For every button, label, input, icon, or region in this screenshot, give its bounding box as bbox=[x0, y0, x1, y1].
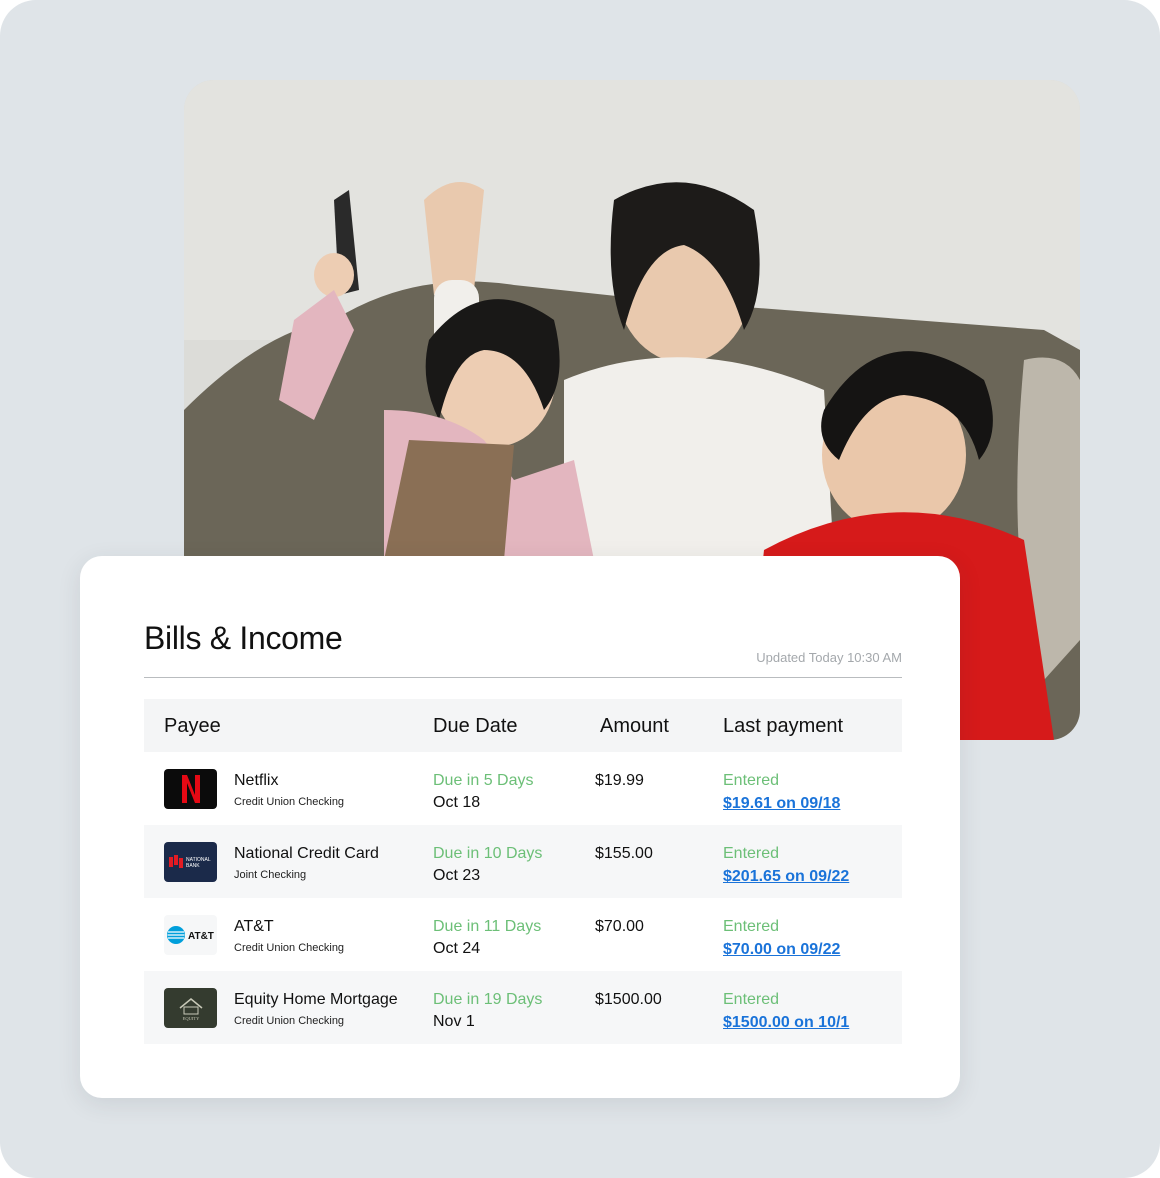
due-date: Oct 23 bbox=[433, 867, 481, 884]
table-row[interactable]: NATIONAL BANK National Credit Card Joint… bbox=[144, 825, 902, 898]
header-due-date: Due Date bbox=[433, 715, 518, 737]
payee-name: AT&T bbox=[234, 918, 274, 935]
amount: $1500.00 bbox=[595, 991, 662, 1008]
header-amount: Amount bbox=[600, 715, 669, 737]
payee-account: Credit Union Checking bbox=[234, 942, 345, 954]
payee-name: Netflix bbox=[234, 772, 279, 789]
payment-status: Entered bbox=[723, 772, 780, 789]
payee-name: National Credit Card bbox=[234, 845, 379, 862]
payment-status: Entered bbox=[723, 991, 780, 1008]
equity-house-logo-icon: EQUITY bbox=[164, 988, 217, 1028]
table-row[interactable]: Netflix Credit Union Checking Due in 5 D… bbox=[144, 752, 902, 825]
svg-text:AT&T: AT&T bbox=[188, 931, 214, 942]
last-payment-link[interactable]: $70.00 on 09/22 bbox=[723, 941, 840, 959]
payee-name: Equity Home Mortgage bbox=[234, 991, 398, 1008]
payment-status: Entered bbox=[723, 845, 780, 862]
payee-account: Joint Checking bbox=[234, 869, 307, 881]
amount: $70.00 bbox=[595, 918, 644, 935]
amount: $19.99 bbox=[595, 772, 644, 789]
svg-text:EQUITY: EQUITY bbox=[182, 1016, 199, 1021]
payment-status: Entered bbox=[723, 918, 780, 935]
svg-text:BANK: BANK bbox=[186, 863, 200, 869]
bills-income-card: Bills & Income Updated Today 10:30 AM Pa… bbox=[80, 556, 960, 1098]
due-in: Due in 5 Days bbox=[433, 772, 534, 789]
title-divider bbox=[144, 677, 902, 678]
last-payment-link[interactable]: $201.65 on 09/22 bbox=[723, 868, 849, 886]
due-date: Nov 1 bbox=[433, 1013, 475, 1030]
last-payment-link[interactable]: $19.61 on 09/18 bbox=[723, 795, 840, 813]
header-last-payment: Last payment bbox=[723, 715, 844, 737]
amount: $155.00 bbox=[595, 845, 653, 862]
national-bank-logo-icon: NATIONAL BANK bbox=[164, 842, 217, 882]
card-title: Bills & Income bbox=[144, 620, 343, 656]
table-header: Payee Due Date Amount Last payment bbox=[144, 699, 902, 752]
table-row[interactable]: EQUITY Equity Home Mortgage Credit Union… bbox=[144, 971, 902, 1044]
att-logo-icon: AT&T bbox=[164, 915, 217, 955]
netflix-logo-icon bbox=[164, 769, 217, 809]
last-payment-link[interactable]: $1500.00 on 10/1 bbox=[723, 1014, 849, 1032]
updated-timestamp: Updated Today 10:30 AM bbox=[756, 650, 902, 665]
table-row[interactable]: AT&T AT&T Credit Union Checking Due in 1… bbox=[144, 898, 902, 971]
payee-account: Credit Union Checking bbox=[234, 796, 345, 808]
due-in: Due in 10 Days bbox=[433, 845, 543, 862]
due-in: Due in 11 Days bbox=[433, 918, 542, 935]
payee-account: Credit Union Checking bbox=[234, 1015, 345, 1027]
header-payee: Payee bbox=[164, 715, 221, 737]
due-date: Oct 18 bbox=[433, 794, 481, 811]
bills-table: Payee Due Date Amount Last payment Netfl… bbox=[144, 699, 902, 1044]
due-date: Oct 24 bbox=[433, 940, 481, 957]
due-in: Due in 19 Days bbox=[433, 991, 543, 1008]
background-frame: Bills & Income Updated Today 10:30 AM Pa… bbox=[0, 0, 1160, 1178]
